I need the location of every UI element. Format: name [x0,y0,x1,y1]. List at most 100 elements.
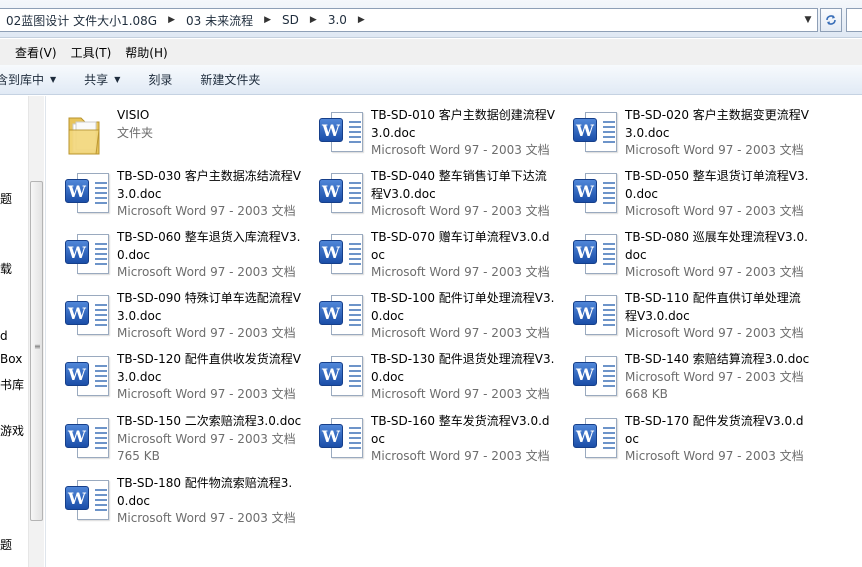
word-document-icon: W [319,173,365,217]
nav-item[interactable]: Box [0,352,22,366]
file-item[interactable]: W TB-SD-160 整车发货流程V3.0.doc Microsoft Word … [301,406,551,466]
word-document-icon: W [573,356,619,400]
nav-scrollbar[interactable]: ≡ [28,96,44,567]
file-item[interactable]: W TB-SD-010 客户主数据创建流程V3.0.doc Microsoft Wo… [301,100,555,160]
chevron-down-icon: ▼ [50,75,57,84]
file-item[interactable]: W TB-SD-050 整车退货订单流程V3.0.doc Microsoft Wor… [555,161,808,221]
file-type: Microsoft Word 97 - 2003 文档 [625,204,804,218]
file-name: TB-SD-050 整车退货订单流程V3.0.doc [625,169,809,201]
file-item[interactable]: W TB-SD-040 整车销售订单下达流程V3.0.doc Microsoft W… [301,161,551,221]
word-document-icon: W [573,418,619,462]
address-history-dropdown[interactable]: ▼ [799,9,817,31]
include-in-library-button[interactable]: 含到库中 ▼ [0,71,70,88]
chevron-right-icon[interactable]: ▶ [259,15,276,25]
word-document-icon: W [573,234,619,278]
breadcrumb-item[interactable]: 02蓝图设计 文件大小1.08G [0,9,163,31]
file-name: TB-SD-100 配件订单处理流程V3.0.doc [371,291,555,323]
file-type: Microsoft Word 97 - 2003 文档 [371,326,550,340]
nav-item[interactable]: 书库 [0,376,24,393]
include-in-library-label: 含到库中 [0,73,45,87]
file-name: TB-SD-060 整车退货入库流程V3.0.doc [117,230,301,262]
word-document-icon: W [319,418,365,462]
breadcrumb-item[interactable]: 3.0 [322,9,353,31]
file-item[interactable]: W TB-SD-110 配件直供订单处理流程V3.0.doc Microsoft W… [555,283,805,343]
file-text: TB-SD-120 配件直供收发货流程V3.0.doc Microsoft Wor… [117,351,302,404]
file-text: TB-SD-050 整车退货订单流程V3.0.doc Microsoft Word… [625,168,810,221]
nav-item[interactable]: 题 [0,190,12,207]
folder-item[interactable]: VISIO 文件夹 [47,100,297,160]
file-text: TB-SD-030 客户主数据冻结流程V3.0.doc Microsoft Wor… [117,168,302,221]
word-document-icon: W [65,295,111,339]
file-text: TB-SD-100 配件订单处理流程V3.0.doc Microsoft Word… [371,290,556,343]
refresh-button[interactable] [820,8,842,32]
file-item[interactable]: W TB-SD-120 配件直供收发货流程V3.0.doc Microsoft Wo… [47,344,301,404]
chevron-right-icon[interactable]: ▶ [163,15,180,25]
nav-item[interactable]: 载 [0,260,12,277]
breadcrumb-item[interactable]: 03 未来流程 [180,9,259,31]
menu-help[interactable]: 帮助(H) [118,44,174,61]
nav-item[interactable]: d [0,329,8,343]
share-label: 共享 [84,73,109,87]
file-text: TB-SD-010 客户主数据创建流程V3.0.doc Microsoft Wor… [371,107,556,160]
file-name: TB-SD-080 巡展车处理流程V3.0.doc [625,230,808,262]
refresh-icon [826,15,836,25]
address-bar[interactable]: 02蓝图设计 文件大小1.08G ▶ 03 未来流程 ▶ SD ▶ 3.0 ▶ … [0,8,818,32]
share-button[interactable]: 共享 ▼ [70,71,134,88]
file-text: TB-SD-140 索赔结算流程3.0.doc Microsoft Word 97… [625,351,810,404]
search-input[interactable] [846,8,862,32]
word-document-icon: W [65,173,111,217]
file-size: 765 KB [117,449,160,463]
file-item[interactable]: W TB-SD-060 整车退货入库流程V3.0.doc Microsoft Wor… [47,222,300,282]
file-item[interactable]: W TB-SD-170 配件发货流程V3.0.doc Microsoft Word … [555,406,805,466]
command-bar: 含到库中 ▼ 共享 ▼ 刻录 新建文件夹 [0,65,862,95]
file-item[interactable]: W TB-SD-080 巡展车处理流程V3.0.doc Microsoft Word… [555,222,808,282]
nav-item[interactable]: 游戏 [0,422,24,439]
word-document-icon: W [319,112,365,156]
folder-icon [65,112,111,156]
file-name: TB-SD-040 整车销售订单下达流程V3.0.doc [371,169,547,201]
file-item[interactable]: W TB-SD-140 索赔结算流程3.0.doc Microsoft Word 9… [555,344,809,404]
file-type: Microsoft Word 97 - 2003 文档 [625,369,804,384]
file-name: TB-SD-150 二次索赔流程3.0.doc [117,414,302,428]
nav-item[interactable]: 题 [0,536,12,553]
chevron-down-icon: ▼ [114,75,121,84]
file-item[interactable]: W TB-SD-150 二次索赔流程3.0.doc Microsoft Word 9… [47,406,301,466]
file-item[interactable]: W TB-SD-130 配件退货处理流程V3.0.doc Microsoft Wor… [301,344,554,404]
file-type: Microsoft Word 97 - 2003 文档 [625,143,804,157]
scrollbar-thumb[interactable]: ≡ [30,181,43,521]
chevron-right-icon[interactable]: ▶ [353,15,370,25]
grip-icon: ≡ [34,342,41,351]
file-name: TB-SD-170 配件发货流程V3.0.doc [625,414,804,446]
file-text: TB-SD-040 整车销售订单下达流程V3.0.doc Microsoft Wo… [371,168,556,221]
file-name: TB-SD-020 客户主数据变更流程V3.0.doc [625,108,810,140]
file-name: TB-SD-120 配件直供收发货流程V3.0.doc [117,352,302,384]
chevron-right-icon[interactable]: ▶ [305,15,322,25]
address-bar-area: 02蓝图设计 文件大小1.08G ▶ 03 未来流程 ▶ SD ▶ 3.0 ▶ … [0,0,862,38]
menu-tools[interactable]: 工具(T) [64,44,119,61]
word-document-icon: W [573,295,619,339]
file-item[interactable]: W TB-SD-100 配件订单处理流程V3.0.doc Microsoft Wor… [301,283,554,343]
menu-view[interactable]: 查看(V) [8,44,64,61]
file-list: VISIO 文件夹 W TB-SD-010 客户主数据创建流程V3.0.doc Micr… [47,96,862,567]
file-name: TB-SD-030 客户主数据冻结流程V3.0.doc [117,169,302,201]
file-item[interactable]: W TB-SD-030 客户主数据冻结流程V3.0.doc Microsoft Wo… [47,161,301,221]
burn-button[interactable]: 刻录 [134,71,186,88]
file-item[interactable]: W TB-SD-090 特殊订单车选配流程V3.0.doc Microsoft Wo… [47,283,301,343]
file-item[interactable]: W TB-SD-070 赠车订单流程V3.0.doc Microsoft Word … [301,222,551,282]
breadcrumb-item[interactable]: SD [276,9,305,31]
file-type: Microsoft Word 97 - 2003 文档 [117,204,296,218]
file-name: TB-SD-010 客户主数据创建流程V3.0.doc [371,108,556,140]
file-item[interactable]: W TB-SD-180 配件物流索赔流程3.0.doc Microsoft Word… [47,468,297,528]
new-folder-button[interactable]: 新建文件夹 [186,71,274,88]
word-document-icon: W [65,356,111,400]
file-name: TB-SD-090 特殊订单车选配流程V3.0.doc [117,291,302,323]
file-type: Microsoft Word 97 - 2003 文档 [117,511,296,525]
file-item[interactable]: W TB-SD-020 客户主数据变更流程V3.0.doc Microsoft Wo… [555,100,809,160]
file-text: TB-SD-160 整车发货流程V3.0.doc Microsoft Word 9… [371,413,556,466]
file-type: Microsoft Word 97 - 2003 文档 [117,265,296,279]
navigation-pane: 题 载 d Box 书库 游戏 题 ≡ [0,96,46,567]
file-type: Microsoft Word 97 - 2003 文档 [117,387,296,401]
word-document-icon: W [65,418,111,462]
file-type: Microsoft Word 97 - 2003 文档 [117,431,296,446]
file-name: TB-SD-140 索赔结算流程3.0.doc [625,352,810,366]
